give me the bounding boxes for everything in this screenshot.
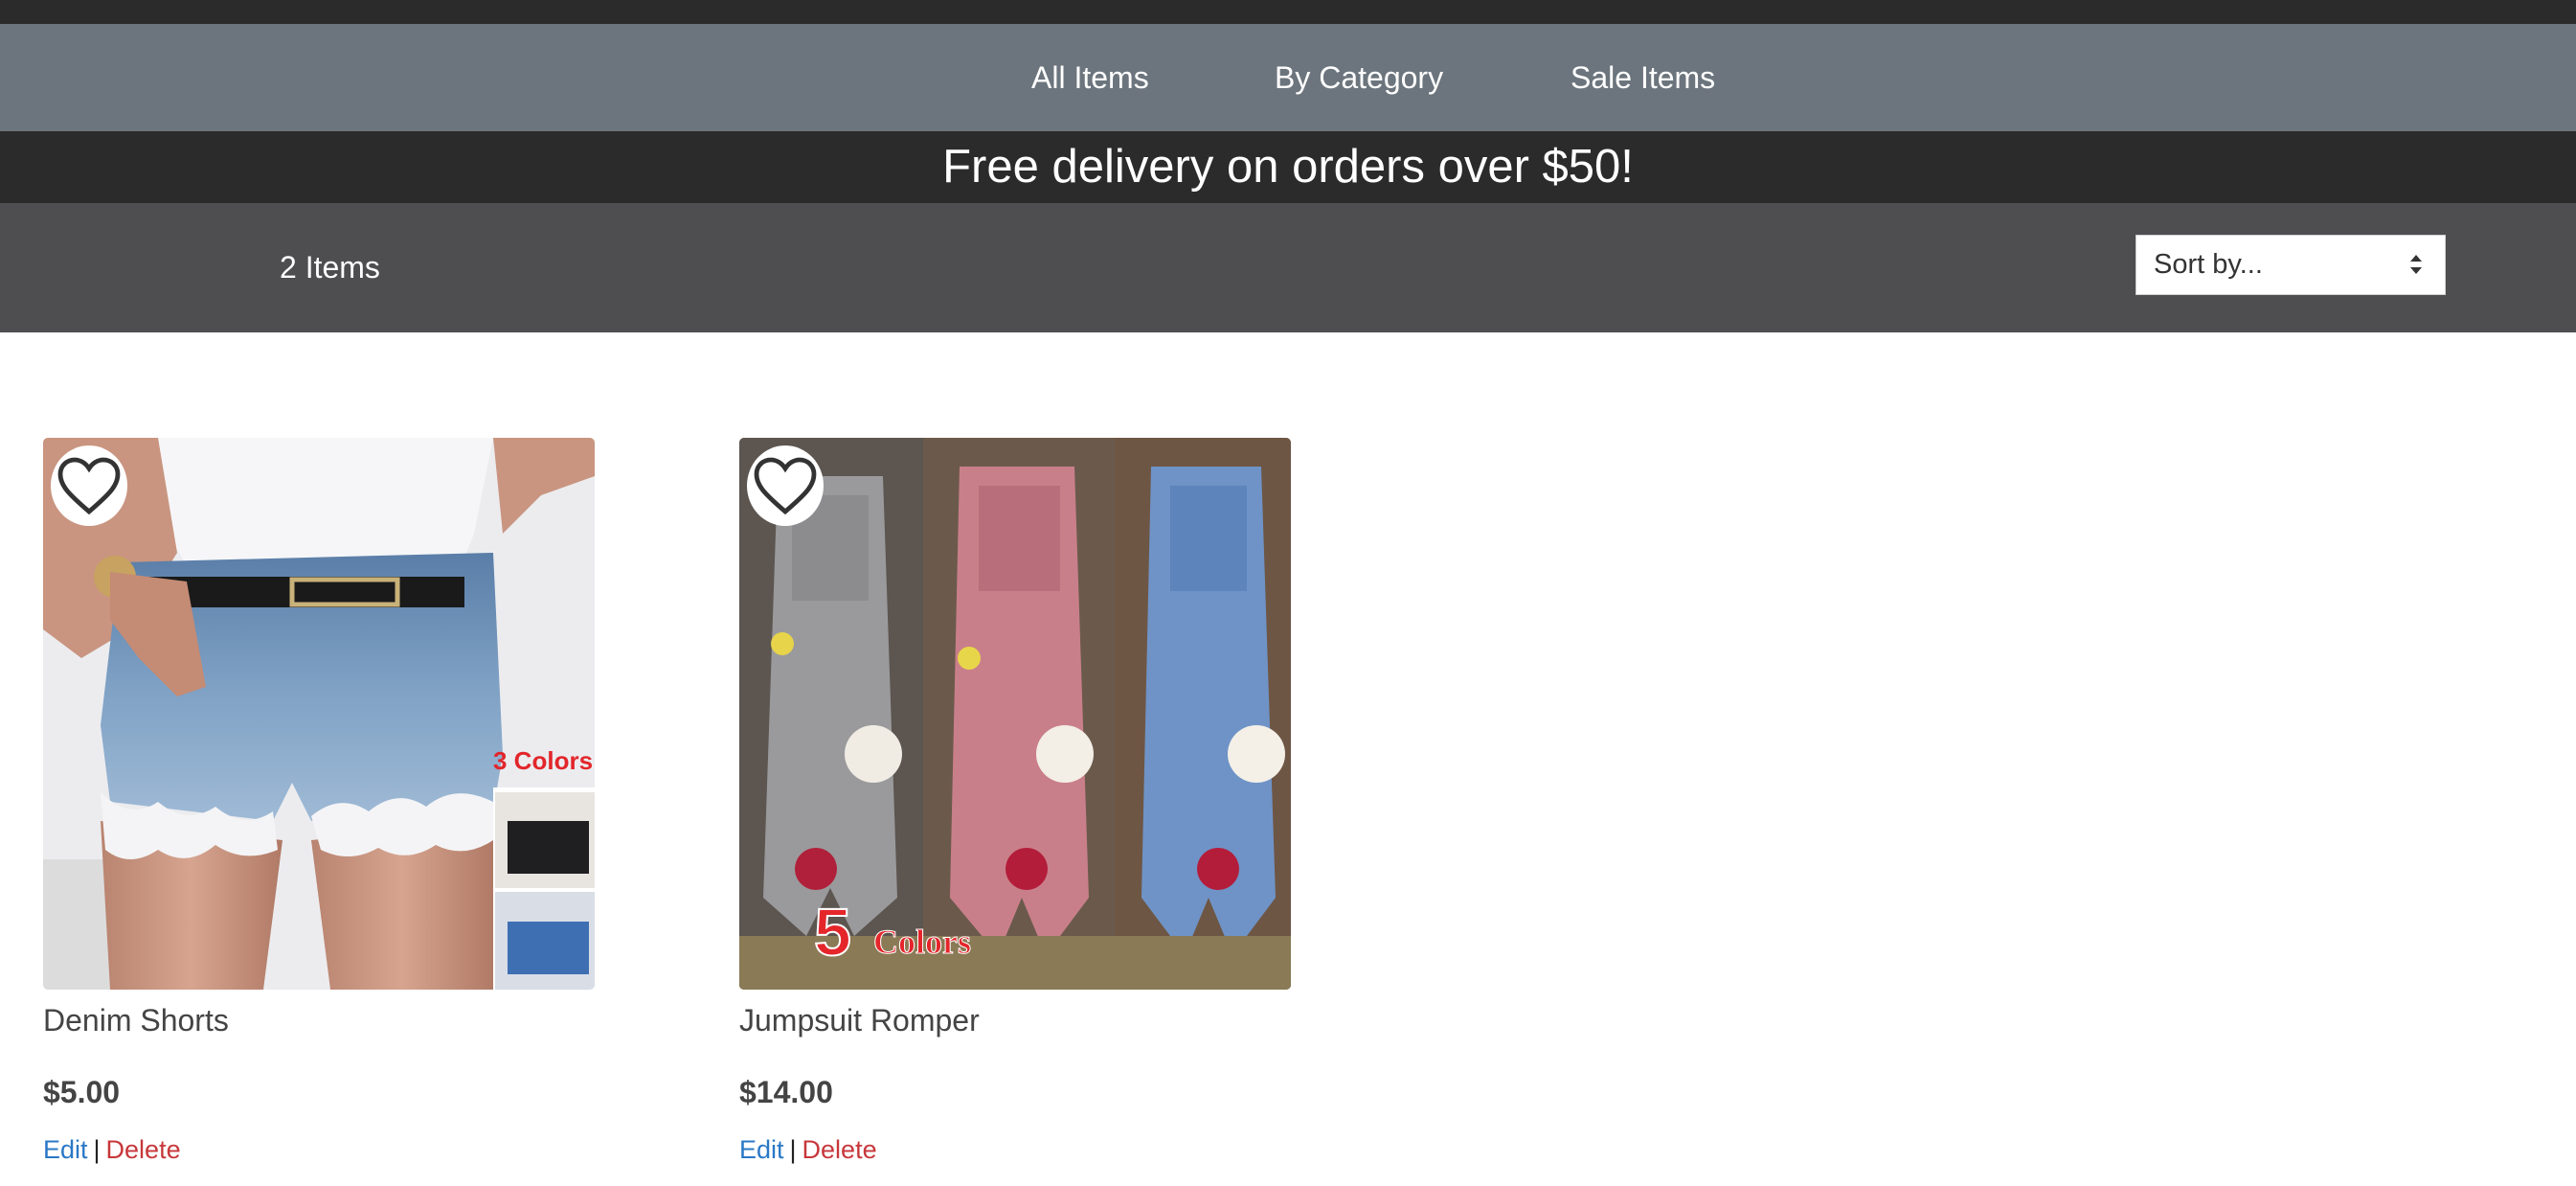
product-actions: Edit | Delete — [43, 1135, 595, 1165]
nav-all-items[interactable]: All Items — [1031, 24, 1149, 131]
top-strip — [0, 0, 2576, 24]
action-separator: | — [93, 1135, 101, 1164]
product-card: 3 Colors Denim Shorts $5.00 Edit | Delete — [43, 438, 595, 1165]
action-separator: | — [789, 1135, 797, 1164]
promo-banner: Free delivery on orders over $50! — [0, 131, 2576, 203]
denim-shorts-photo: 3 Colors — [43, 438, 595, 990]
product-name[interactable]: Denim Shorts — [43, 1003, 595, 1038]
promo-text: Free delivery on orders over $50! — [942, 141, 1634, 193]
heart-outline-icon — [754, 457, 817, 515]
item-count: 2 Items — [280, 250, 380, 285]
main-navigation: All Items By Category Sale Items — [0, 24, 2576, 131]
listing-toolbar: 2 Items Sort by... — [0, 203, 2576, 332]
product-image-jumpsuit-romper[interactable]: 5 Colors — [739, 438, 1291, 990]
image-badge-text: Colors — [873, 923, 971, 961]
delete-link[interactable]: Delete — [802, 1135, 877, 1164]
heart-outline-icon — [57, 457, 121, 515]
jumpsuit-romper-photo: 5 Colors — [739, 438, 1291, 990]
favorite-button[interactable] — [747, 445, 824, 526]
product-price: $14.00 — [739, 1075, 833, 1109]
product-image-denim-shorts[interactable]: 3 Colors — [43, 438, 595, 990]
product-actions: Edit | Delete — [739, 1135, 1291, 1165]
product-card: 5 Colors Jumpsuit Romper $14.00 Edit | Del… — [739, 438, 1291, 1165]
nav-by-category[interactable]: By Category — [1275, 24, 1443, 131]
edit-link[interactable]: Edit — [739, 1135, 784, 1164]
sort-arrows-icon — [2410, 255, 2422, 274]
sort-select-value: Sort by... — [2154, 249, 2263, 280]
product-price: $5.00 — [43, 1075, 121, 1109]
image-badge-text: 3 Colors — [493, 746, 593, 775]
product-name[interactable]: Jumpsuit Romper — [739, 1003, 1291, 1038]
nav-sale-items[interactable]: Sale Items — [1570, 24, 1715, 131]
image-badge-number: 5 — [814, 895, 851, 969]
sort-select[interactable]: Sort by... — [2135, 235, 2446, 295]
edit-link[interactable]: Edit — [43, 1135, 88, 1164]
favorite-button[interactable] — [51, 445, 127, 526]
delete-link[interactable]: Delete — [106, 1135, 181, 1164]
